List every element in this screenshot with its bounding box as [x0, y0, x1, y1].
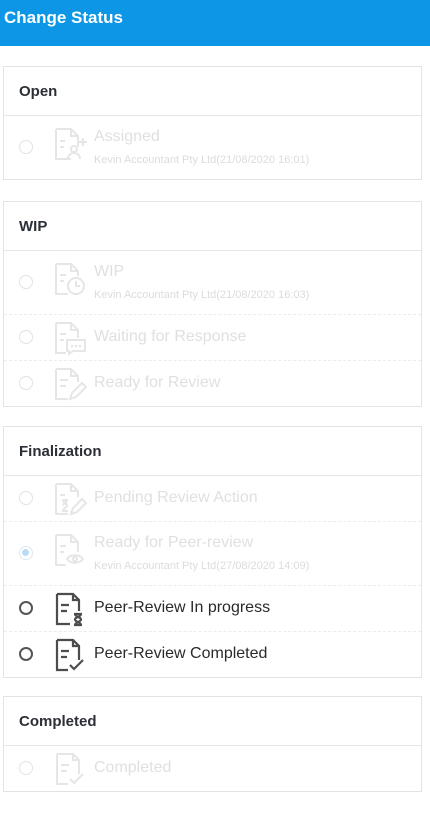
status-label: Waiting for Response: [94, 328, 247, 345]
change-status-header: Change Status: [0, 0, 430, 46]
status-label: Peer-Review In progress: [94, 599, 271, 616]
status-option-ready-for-peer-review[interactable]: Ready for Peer-review Kevin Accountant P…: [4, 522, 421, 586]
status-group-wip: WIP WIP Kevin Accountant Pty Ltd(21/08/2…: [3, 201, 422, 407]
status-option-completed[interactable]: Completed: [4, 746, 421, 791]
group-title: Completed: [4, 697, 421, 746]
status-radio[interactable]: [19, 376, 33, 390]
check-document-icon: [52, 637, 88, 673]
status-label: Assigned: [94, 128, 160, 145]
group-title: Open: [4, 67, 421, 116]
status-history: Kevin Accountant Pty Ltd(21/08/2020 16:0…: [94, 289, 310, 301]
status-option-wip[interactable]: WIP Kevin Accountant Pty Ltd(21/08/2020 …: [4, 251, 421, 315]
status-label: Ready for Review: [94, 374, 221, 391]
status-radio[interactable]: [19, 647, 33, 661]
status-radio[interactable]: [19, 546, 33, 560]
status-label: Ready for Peer-review: [94, 534, 254, 551]
status-radio[interactable]: [19, 275, 33, 289]
status-option-peer-review-completed[interactable]: Peer-Review Completed: [4, 632, 421, 677]
status-radio[interactable]: [19, 491, 33, 505]
status-radio[interactable]: [19, 761, 33, 775]
pencil-document-icon: [52, 366, 88, 402]
chat-document-icon: [52, 320, 88, 356]
hourglass-pencil-document-icon: [52, 481, 88, 517]
clock-document-icon: [52, 261, 88, 297]
status-history: Kevin Accountant Pty Ltd(27/08/2020 14:0…: [94, 560, 310, 572]
status-group-completed: Completed Completed: [3, 696, 422, 792]
hourglass-document-icon: [52, 591, 88, 627]
page-title: Change Status: [4, 8, 124, 27]
status-radio[interactable]: [19, 330, 33, 344]
status-option-waiting-for-response[interactable]: Waiting for Response: [4, 315, 421, 361]
status-option-peer-review-in-progress[interactable]: Peer-Review In progress: [4, 586, 421, 632]
status-group-open: Open Assigned Kevin Accountant Pty Ltd(2…: [3, 66, 422, 180]
assign-user-document-icon: [52, 126, 88, 162]
status-label: Peer-Review Completed: [94, 645, 268, 662]
group-title: WIP: [4, 202, 421, 251]
status-label: Pending Review Action: [94, 489, 258, 506]
status-option-pending-review-action[interactable]: Pending Review Action: [4, 476, 421, 522]
status-history: Kevin Accountant Pty Ltd(21/08/2020 16:0…: [94, 154, 310, 166]
group-title: Finalization: [4, 427, 421, 476]
check-document-icon: [52, 751, 88, 787]
eye-document-icon: [52, 532, 88, 568]
status-label: WIP: [94, 263, 125, 280]
status-label: Completed: [94, 759, 172, 776]
status-option-assigned[interactable]: Assigned Kevin Accountant Pty Ltd(21/08/…: [4, 116, 421, 179]
status-radio[interactable]: [19, 140, 33, 154]
status-radio[interactable]: [19, 601, 33, 615]
status-group-finalization: Finalization Pending Review Action Ready…: [3, 426, 422, 678]
status-option-ready-for-review[interactable]: Ready for Review: [4, 361, 421, 406]
